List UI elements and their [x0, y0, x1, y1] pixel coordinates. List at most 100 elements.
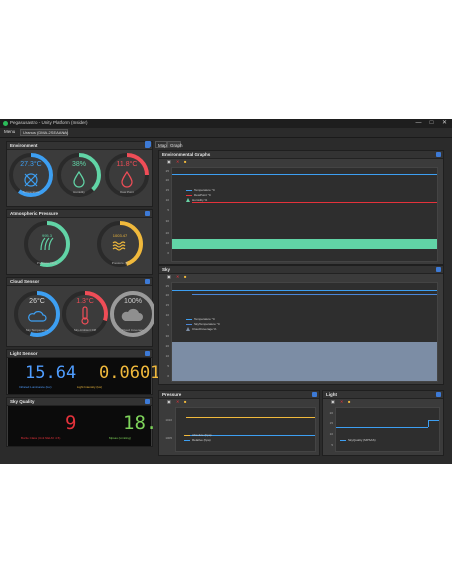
pressure-plot-area: Absolute (hpa) Relative (hpa) — [175, 407, 316, 452]
environment-panel: Environment 27.3°C Temperature 38% Humid… — [6, 141, 153, 207]
light-intensity-label: Light Intensity (lux) — [77, 385, 103, 389]
legend-swatch — [184, 439, 190, 441]
graph-toolbar: ▣ ✕ ■ — [167, 160, 197, 165]
sky-ambient-label: Sky-Ambient Diff — [73, 328, 97, 332]
clear-icon[interactable]: ✕ — [176, 160, 180, 164]
folder-icon[interactable]: ■ — [184, 400, 188, 404]
close-tab-icon[interactable]: x — [63, 130, 65, 136]
device-tab-label: Uranus (DMA-2SEAANA) — [23, 130, 69, 135]
bortle-class-label: Bortle Class (Unit NELM: 4.5) — [21, 436, 61, 440]
sky-graph-panel: Sky ▣ ✕ ■ Temperature °C SkyTemperature … — [158, 265, 444, 385]
temperature-series-line — [172, 290, 437, 291]
temperature-label: Temperature — [22, 190, 40, 194]
folder-icon[interactable]: ■ — [184, 275, 188, 279]
infrared-luminance-value: 15.64 — [25, 363, 77, 383]
save-icon[interactable]: ▣ — [167, 160, 171, 164]
dewpoint-value: 11.8°C — [116, 161, 138, 168]
cloud-icon — [121, 308, 143, 321]
legend-sky-temperature: SkyTemperature °C — [186, 322, 220, 326]
panel-title: Environment — [10, 142, 38, 148]
folder-icon[interactable]: ■ — [348, 400, 352, 404]
droplet-icon — [73, 170, 85, 188]
cloud-coverage-label: Cloud Coverage — [122, 328, 144, 332]
panel-title: Sky — [162, 266, 171, 272]
window-title: Pegasusastro - Unity Platform (Insider) — [10, 120, 88, 125]
close-button[interactable]: ✕ — [438, 119, 451, 128]
device-tab[interactable]: Uranus (DMA-2SEAANA) x — [20, 129, 68, 136]
panel-menu-button[interactable] — [145, 399, 150, 404]
sky-temperature-value: 26°C — [29, 298, 45, 305]
collapse-left-button[interactable] — [145, 141, 151, 147]
light-graph-panel: Light ▣ ✕ ■ SkyQuality (MPSAS) 20 15 10 … — [322, 390, 444, 456]
pressure-ft-label: Pressure (ft) — [111, 261, 129, 265]
clear-icon[interactable]: ✕ — [176, 400, 180, 404]
folder-icon[interactable]: ■ — [184, 160, 188, 164]
clear-icon[interactable]: ✕ — [340, 400, 344, 404]
temperature-value: 27.3°C — [20, 161, 42, 168]
panel-menu-button[interactable] — [312, 392, 317, 397]
legend-swatch — [186, 318, 192, 320]
y-tick: 5 — [167, 364, 169, 368]
panel-title: Sky Quality — [10, 398, 35, 404]
maximize-button[interactable]: □ — [425, 119, 438, 128]
sky-ambient-value: 1.3°C — [76, 298, 94, 305]
legend-temperature: Temperature °C — [186, 188, 215, 192]
pressure-gauges — [24, 221, 143, 267]
y-tick: 10 — [165, 313, 169, 317]
panel-menu-button[interactable] — [145, 279, 150, 284]
panel-menu-button[interactable] — [145, 351, 150, 356]
minimize-button[interactable]: — — [412, 119, 425, 128]
legend-humidity: Humidity % — [186, 198, 207, 203]
y-tick: 15 — [165, 188, 169, 192]
panel-title: Light Sensor — [10, 350, 38, 356]
panel-menu-button[interactable] — [436, 392, 441, 397]
save-icon[interactable]: ▣ — [331, 400, 335, 404]
tab-map[interactable]: Map — [155, 141, 167, 148]
legend-swatch — [186, 198, 190, 203]
panel-menu-button[interactable] — [436, 267, 441, 272]
panel-header: Sky Quality — [7, 398, 152, 406]
panel-title: Cloud Sensor — [10, 278, 40, 284]
dewpoint-label: Dew Point — [120, 190, 134, 194]
y-tick: 20 — [165, 231, 169, 235]
mpsas-label: Mpsas (Limiting) — [109, 436, 132, 440]
y-tick: 25 — [165, 169, 169, 173]
legend-cloud-coverage: CloudCoverage % — [186, 327, 216, 332]
clear-icon[interactable]: ✕ — [176, 275, 180, 279]
panel-menu-button[interactable] — [145, 211, 150, 216]
cloud-coverage-value: 100% — [124, 298, 142, 305]
legend-swatch — [186, 189, 192, 191]
y-tick: 5 — [167, 208, 169, 212]
panel-header: Environmental Graphs — [159, 151, 443, 159]
panel-menu-button[interactable] — [436, 152, 441, 157]
legend-swatch — [184, 434, 190, 436]
bortle-class-value: 9 — [65, 412, 77, 434]
humidity-value: 38% — [71, 161, 86, 168]
legend-swatch — [186, 323, 192, 325]
temperature-series-line — [172, 174, 437, 175]
menu-button[interactable]: Menu — [4, 129, 15, 134]
sky-temperature-label: Sky Temperature — [25, 328, 49, 332]
absolute-series-line — [186, 417, 315, 418]
env-plot-area: Temperature °C DewPoint °C Humidity % — [171, 167, 438, 262]
sky-quality-panel: Sky Quality 9 Bortle Class (Unit NELM: 4… — [6, 397, 169, 447]
pressure-waves-icon — [40, 237, 54, 251]
save-icon[interactable]: ▣ — [167, 275, 171, 279]
pressure-graph-panel: Pressure ▣ ✕ ■ Absolute (hpa) Relative (… — [158, 390, 320, 456]
y-tick: 20 — [165, 293, 169, 297]
app-logo-icon — [3, 121, 8, 126]
light-sensor-panel: Light Sensor 15.64 Infrared Luminance (l… — [6, 349, 160, 395]
pressure-hpa-value: 995.3 — [41, 233, 52, 238]
save-icon[interactable]: ▣ — [167, 400, 171, 404]
environmental-graphs-panel: Environmental Graphs ▣ ✕ ■ Temperature °… — [158, 150, 444, 265]
tab-graph[interactable]: Graph — [167, 141, 183, 148]
thermometer-icon — [81, 306, 89, 325]
graph-toolbar: ▣ ✕ ■ — [167, 400, 197, 405]
y-tick: 0 — [167, 374, 169, 378]
y-tick: 10 — [165, 198, 169, 202]
title-bar: Pegasusastro - Unity Platform (Insider) … — [0, 119, 452, 128]
thermometer-icon — [24, 173, 38, 187]
environment-gauges — [9, 153, 149, 197]
legend-swatch — [186, 194, 192, 196]
y-tick: 5 — [331, 443, 333, 447]
